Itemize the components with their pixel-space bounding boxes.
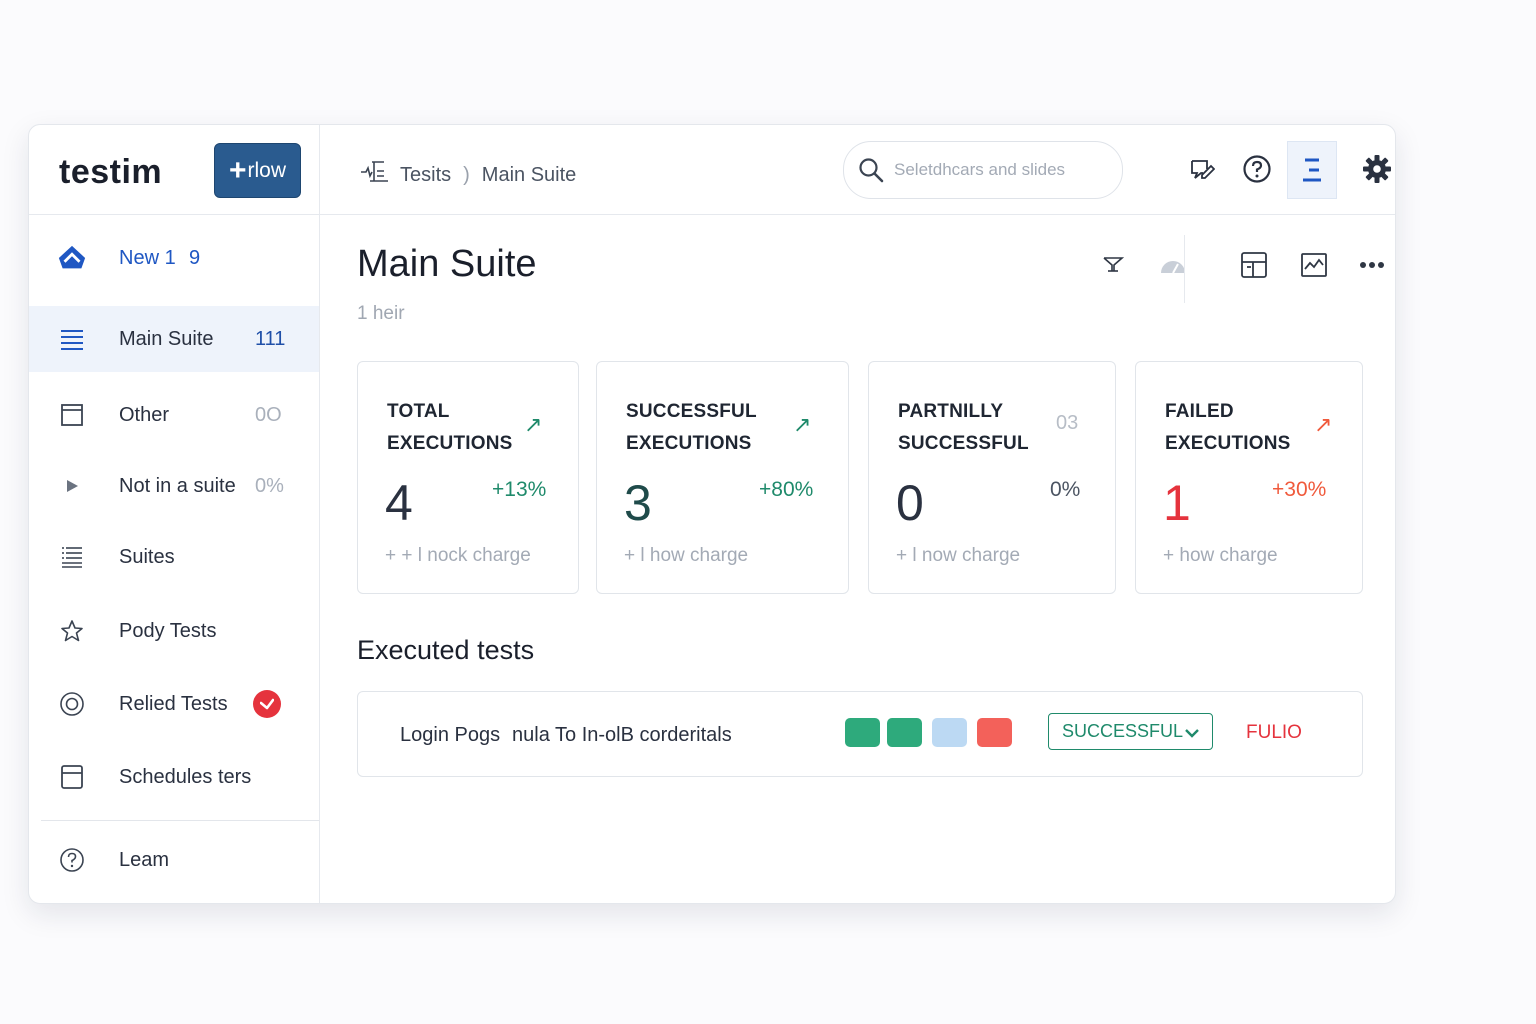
status-dropdown[interactable]: SUCCESSFUL [1048,713,1213,750]
run-status-chip [932,718,967,747]
card-percent: 0% [1050,478,1081,501]
stat-card-failed[interactable]: FAILED EXECUTIONS ↗ 1 +30% + how charge [1135,361,1363,594]
breadcrumb-separator: ) [463,163,470,186]
run-status-chip [887,718,922,747]
gauge-icon[interactable] [1155,247,1191,283]
card-trend-label: 03 [1056,412,1079,434]
sidebar-item-label: Suites [119,545,175,568]
result-label: FULIO [1246,722,1302,743]
sidebar-item-label: New 1 [119,246,176,269]
status-value: SUCCESSFUL [1062,721,1184,741]
card-title: PARTNILLY SUCCESSFUL [898,401,1029,454]
sidebar-item-count: 0% [255,474,284,497]
stat-card-total[interactable]: TOTAL EXECUTIONS ↗ 4 +13% + + l nock cha… [357,361,579,594]
sidebar-item-learn[interactable]: Leam [29,827,319,893]
main-content: Main Suite 1 heir TOTAL EXECUTIONS ↗ 4 +… [320,215,1395,903]
sidebar-item-count: 111 [255,327,286,350]
sidebar-item-suites[interactable]: Suites [29,524,319,590]
sidebar-item-count: 0O [255,403,282,426]
sidebar-item-label: Relied Tests [119,692,228,715]
chevron-down-icon [1184,723,1200,744]
filter-icon[interactable] [1095,247,1131,283]
chart-icon[interactable] [1296,247,1332,283]
play-icon [57,471,87,501]
menu-icon[interactable] [1287,141,1337,199]
app-logo: testim [59,153,163,191]
app-window: testim + rlow New 1 9 Main Suite 111 Oth… [28,124,1396,904]
sidebar-item-not-in-suite[interactable]: Not in a suite 0% [29,453,319,519]
sidebar: testim + rlow New 1 9 Main Suite 111 Oth… [29,125,320,903]
stack-icon [57,542,87,572]
sidebar-item-relied-tests[interactable]: Relied Tests [29,671,319,737]
calendar-icon [57,762,87,792]
card-value: 0 [896,475,924,531]
help-circle-icon [57,845,87,875]
search-icon [858,157,884,183]
breadcrumb-current: Main Suite [481,163,577,186]
trend-up-icon: ↗ [524,412,543,437]
sidebar-item-other[interactable]: Other 0O [29,382,319,448]
sidebar-item-label: Main Suite [119,327,214,350]
trend-up-icon: ↗ [793,412,812,437]
page-title: Main Suite [357,243,537,285]
topbar: Tesits ) Main Suite [320,125,1395,215]
card-value: 4 [385,475,413,531]
run-status-chip [977,718,1012,747]
search-box[interactable] [843,141,1123,199]
help-icon[interactable] [1233,141,1281,197]
window-icon [57,400,87,430]
test-name[interactable]: Login Pogs [400,724,500,747]
toolbar-divider [1184,235,1185,303]
sidebar-item-count: 9 [189,246,201,269]
layout-icon[interactable] [1236,247,1272,283]
target-icon [57,689,87,719]
new-flow-button[interactable]: + rlow [214,143,301,198]
home-icon [57,243,87,273]
sidebar-divider [41,820,319,821]
sidebar-item-new[interactable]: New 1 9 [29,225,319,291]
check-icon [253,690,281,718]
table-row[interactable]: Login Pogs nula To In-olB corderitals SU… [357,691,1363,777]
section-title: Executed tests [357,635,535,665]
sidebar-item-label: Not in a suite [119,474,236,497]
star-icon [57,616,87,646]
card-percent: +13% [492,478,547,501]
chat-edit-icon[interactable] [1178,141,1226,197]
trend-up-icon: ↗ [1314,412,1333,437]
card-value: 3 [624,475,652,531]
card-note: + l how charge [624,545,749,566]
page-subtitle: 1 heir [357,303,405,324]
brand-row: testim + rlow [29,125,319,215]
card-title: TOTAL EXECUTIONS [387,401,513,454]
search-input[interactable] [892,159,1116,181]
sidebar-item-pody-tests[interactable]: Pody Tests [29,598,319,664]
card-note: + l now charge [896,545,1021,566]
sidebar-item-label: Schedules ters [119,765,252,788]
breadcrumb-root[interactable]: Tesits [400,164,451,187]
card-note: + + l nock charge [385,545,531,566]
breadcrumb-icon [360,159,390,191]
card-percent: +80% [759,478,814,501]
test-description: nula To In-olB corderitals [512,724,732,746]
list-icon [57,324,87,354]
card-title: FAILED EXECUTIONS [1165,401,1291,454]
gear-icon[interactable] [1353,141,1395,197]
stat-card-partial[interactable]: PARTNILLY SUCCESSFUL 03 0 0% + l now cha… [868,361,1116,594]
card-percent: +30% [1272,478,1327,501]
plus-icon: + [228,153,247,187]
card-value: 1 [1163,475,1191,531]
sidebar-item-label: Other [119,403,170,426]
sidebar-item-schedules[interactable]: Schedules ters [29,744,319,810]
sidebar-item-main-suite[interactable]: Main Suite 111 [29,306,319,372]
more-icon[interactable] [1354,247,1390,283]
sidebar-item-label: Pody Tests [119,619,217,642]
sidebar-item-label: Leam [119,848,170,871]
new-flow-label: rlow [247,158,287,182]
card-title: SUCCESSFUL EXECUTIONS [626,401,757,454]
card-note: + how charge [1163,545,1278,566]
run-status-chip [845,718,880,747]
stat-card-successful[interactable]: SUCCESSFUL EXECUTIONS ↗ 3 +80% + l how c… [596,361,849,594]
breadcrumb: Tesits ) Main Suite [360,159,576,191]
